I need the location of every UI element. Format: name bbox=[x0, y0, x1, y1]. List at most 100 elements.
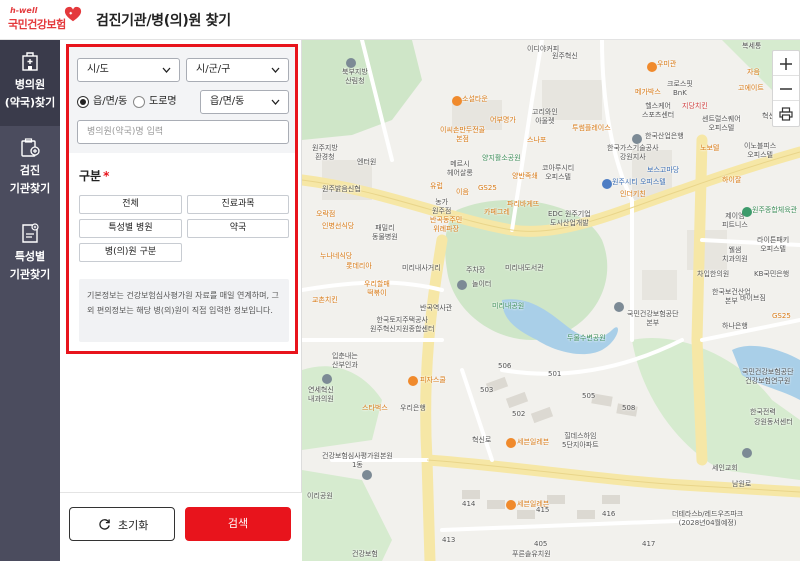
map-label[interactable]: 미리내사거리 bbox=[402, 264, 441, 273]
poi-pin[interactable] bbox=[742, 448, 752, 458]
map-label[interactable]: 남원로 bbox=[732, 480, 751, 489]
map-label[interactable]: 원주밝음신협 bbox=[322, 185, 361, 194]
map-label[interactable]: 원주시티 오피스텔 bbox=[612, 178, 666, 187]
map-label[interactable]: 우미관 bbox=[657, 60, 676, 69]
map-label[interactable]: 원주종합체육관 bbox=[752, 206, 797, 215]
map-label[interactable]: 세븐일레븐 bbox=[517, 438, 549, 447]
map-label[interactable]: 메가박스 bbox=[635, 88, 661, 97]
map-label[interactable]: 한국산업은행 bbox=[645, 132, 684, 141]
map-label[interactable]: 414 bbox=[462, 500, 475, 509]
map-label[interactable]: 입춘내는 산부인과 bbox=[332, 352, 358, 370]
poi-pin[interactable] bbox=[632, 134, 642, 144]
map-label[interactable]: 고에이트 bbox=[738, 84, 764, 93]
map-label[interactable]: 국민건강보험공단 건강보험연구원 bbox=[742, 368, 794, 386]
map-label[interactable]: 501 bbox=[548, 370, 561, 379]
map-label[interactable]: 스타벅스 bbox=[362, 404, 388, 413]
map-label[interactable]: 국민건강보험공단 본부 bbox=[627, 310, 679, 328]
map-label[interactable]: 피자스쿨 bbox=[420, 376, 446, 385]
map-label[interactable]: 416 bbox=[602, 510, 615, 519]
map-label[interactable]: EDC 원주기업 도시산업개발 bbox=[548, 210, 591, 228]
map-label[interactable]: 엔터원 bbox=[357, 158, 376, 167]
map-label[interactable]: 반곡역사관 bbox=[420, 304, 452, 313]
poi-pin[interactable] bbox=[506, 438, 516, 448]
nhis-logo[interactable]: h-well 국민건강보험 bbox=[6, 4, 82, 36]
map-label[interactable]: 메르시 헤어살롱 bbox=[447, 160, 473, 178]
map-label[interactable]: 두물수변공원 bbox=[567, 334, 606, 343]
map-label[interactable]: 양반족쇄 bbox=[512, 172, 538, 181]
poi-pin[interactable] bbox=[408, 376, 418, 386]
map-label[interactable]: GS25 bbox=[772, 312, 791, 321]
map-label[interactable]: 505 bbox=[582, 392, 595, 401]
map-label[interactable]: 보스고마당 bbox=[647, 166, 679, 175]
nav-item-hospital-search[interactable]: 병의원 (약국)찾기 bbox=[0, 40, 60, 126]
map-label[interactable]: 413 bbox=[442, 536, 455, 545]
map-label[interactable]: 연세혁신 내과의원 bbox=[308, 386, 334, 404]
map-view[interactable]: 북부지방 산림청 이디야커피 소설타운 고리와인 아울렛 우미관 크로스핏 BnK 복… bbox=[302, 40, 800, 561]
map-label[interactable]: 차입한의원 bbox=[697, 270, 729, 279]
map-label[interactable]: 한국가스기술공사 강원지사 bbox=[607, 144, 659, 162]
map-label[interactable]: 미리내공원 bbox=[492, 302, 524, 311]
map-label[interactable]: 세인교회 bbox=[712, 464, 738, 473]
map-label[interactable]: 혁신로 bbox=[472, 436, 491, 445]
poi-pin[interactable] bbox=[614, 302, 624, 312]
map-label[interactable]: 힐데스하임 5단지아파트 bbox=[562, 432, 599, 450]
map-label[interactable]: 지당치킨 bbox=[682, 102, 708, 111]
sido-select[interactable]: 시/도 bbox=[77, 58, 180, 82]
category-button-special-hospital[interactable]: 특성별 병원 bbox=[79, 219, 182, 238]
category-button-hospital-type[interactable]: 병(의)원 구분 bbox=[79, 243, 182, 262]
map-label[interactable]: 농가 원주점 bbox=[432, 198, 451, 216]
map-label[interactable]: 강원동서센터 bbox=[754, 418, 793, 427]
search-button[interactable]: 검색 bbox=[185, 507, 291, 541]
map-label[interactable]: 노보텔 bbox=[700, 144, 719, 153]
category-button-department[interactable]: 진료과목 bbox=[187, 195, 289, 214]
map-label[interactable]: 투썸플레이스 bbox=[572, 124, 611, 133]
map-label[interactable]: 503 bbox=[480, 386, 493, 395]
map-label[interactable]: 놀이터 bbox=[472, 280, 491, 289]
poi-pin[interactable] bbox=[506, 500, 516, 510]
map-label[interactable]: 라이튼패키 오피스텔 bbox=[757, 236, 789, 254]
map-label[interactable]: 센트럴스퀘어 오피스텔 bbox=[702, 115, 741, 133]
poi-pin[interactable] bbox=[322, 374, 332, 384]
eup-myeon-dong-select[interactable]: 읍/면/동 bbox=[200, 90, 289, 114]
map-label[interactable]: 우리은행 bbox=[400, 404, 426, 413]
map-label[interactable]: 건강보험심사평가원본원 1동 bbox=[322, 452, 393, 470]
map-label[interactable]: 푸른솔유치원 bbox=[512, 550, 551, 559]
map-label[interactable]: 패밀리 동물병원 bbox=[372, 224, 398, 242]
map-label[interactable]: 양지활소공원 bbox=[482, 154, 521, 163]
map-label[interactable]: 502 bbox=[512, 410, 525, 419]
map-label[interactable]: 카페그레 bbox=[484, 208, 510, 217]
map-label[interactable]: 파리바게뜨 bbox=[507, 200, 539, 209]
zoom-in-button[interactable] bbox=[773, 51, 799, 76]
map-label[interactable]: 한국전력 bbox=[750, 408, 776, 417]
map-label[interactable]: 우리할매 떡볶이 bbox=[364, 280, 390, 298]
map-label[interactable]: 405 bbox=[534, 540, 547, 549]
map-label[interactable]: 이노블피스 오피스텔 bbox=[744, 142, 776, 160]
map-label[interactable]: 바이브짐 bbox=[740, 294, 766, 303]
map-label[interactable]: 웰샘 치과의원 bbox=[722, 246, 748, 264]
map-label[interactable]: 미리내도서관 bbox=[505, 264, 544, 273]
map-label[interactable]: 코아루시티 오피스텔 bbox=[542, 164, 574, 182]
map-label[interactable]: 원주지방 환경청 bbox=[312, 144, 338, 162]
map-label[interactable]: 북부지방 산림청 bbox=[342, 68, 368, 86]
map-label[interactable]: KB국민은행 bbox=[754, 270, 789, 279]
map-label[interactable]: 오락점 bbox=[316, 210, 335, 219]
map-label[interactable]: 주차장 bbox=[466, 266, 485, 275]
map-label[interactable]: 한국토지주택공사 원주혁신지원종합센터 bbox=[370, 316, 434, 334]
nav-item-special-search[interactable]: 특성별 기관찾기 bbox=[0, 212, 60, 298]
map-label[interactable]: 스나포 bbox=[527, 136, 546, 145]
map-label[interactable]: 원주혁신 bbox=[552, 52, 578, 61]
poi-pin[interactable] bbox=[647, 62, 657, 72]
category-button-pharmacy[interactable]: 약국 bbox=[187, 219, 289, 238]
hospital-name-input[interactable]: 병의원(약국)명 입력 bbox=[77, 120, 289, 144]
zoom-out-button[interactable] bbox=[773, 76, 799, 101]
poi-pin[interactable] bbox=[602, 179, 612, 189]
map-label[interactable]: 417 bbox=[642, 540, 655, 549]
map-label[interactable]: 고리와인 아울렛 bbox=[532, 108, 558, 126]
map-label[interactable]: 이리공원 bbox=[307, 492, 333, 501]
map-label[interactable]: 더테라스b/레드우즈파크 (2028년04월예정) bbox=[672, 510, 743, 528]
category-button-all[interactable]: 전체 bbox=[79, 195, 182, 214]
poi-pin[interactable] bbox=[457, 280, 467, 290]
map-label[interactable]: 이씨손만두전골 본점 bbox=[440, 126, 485, 144]
map-label[interactable]: 누나네식당 bbox=[320, 252, 352, 261]
map-label[interactable]: 하나은행 bbox=[722, 322, 748, 331]
